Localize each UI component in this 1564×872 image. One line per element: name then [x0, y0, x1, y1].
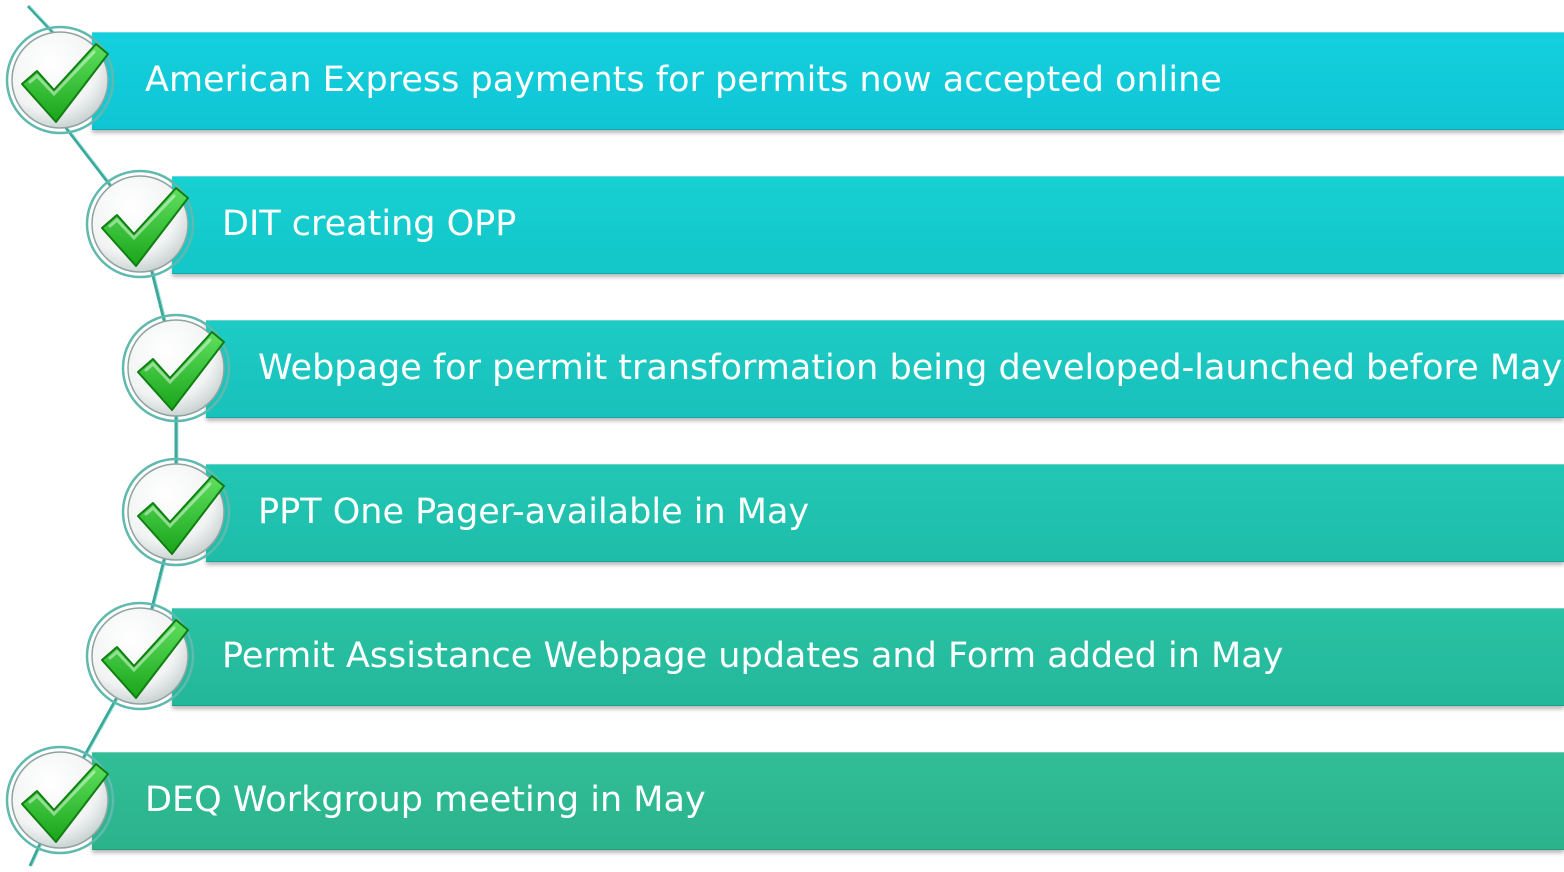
checklist-diagram: American Express payments for permits no… [0, 0, 1564, 872]
checkmark-icon [4, 744, 116, 856]
checklist-item-label: DEQ Workgroup meeting in May [145, 780, 706, 820]
checklist-item-label: DIT creating OPP [222, 204, 517, 244]
checkmark-icon [84, 168, 196, 280]
checklist-item-label: Permit Assistance Webpage updates and Fo… [222, 636, 1284, 676]
checkmark-icon [120, 456, 232, 568]
checklist-item-label: Webpage for permit transformation being … [258, 348, 1563, 388]
checklist-item-label: PPT One Pager-available in May [258, 492, 810, 532]
checklist-item-label: American Express payments for permits no… [145, 60, 1222, 100]
timeline-connector [26, 4, 179, 867]
checkmark-icon [4, 24, 116, 136]
checkmark-icon [120, 312, 232, 424]
checkmark-icon [84, 600, 196, 712]
